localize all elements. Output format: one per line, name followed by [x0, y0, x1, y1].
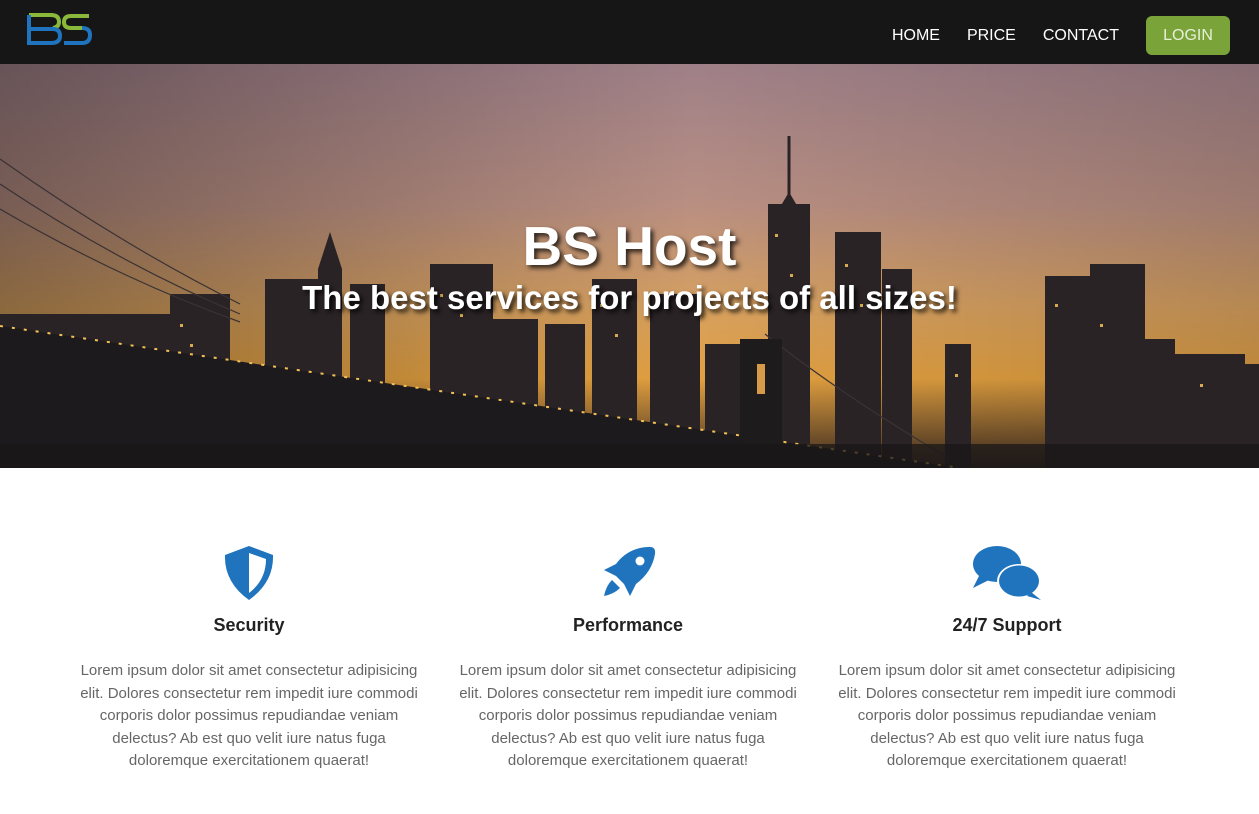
nav-home-link[interactable]: HOME: [892, 17, 940, 55]
feature-description: Lorem ipsum dolor sit amet consectetur a…: [80, 662, 418, 769]
bs-logo[interactable]: [27, 12, 93, 46]
nav-contact-link[interactable]: CONTACT: [1043, 17, 1119, 55]
features-section: Security Lorem ipsum dolor sit amet cons…: [0, 468, 1259, 814]
nav-price-link[interactable]: PRICE: [967, 17, 1016, 55]
shield-icon: [79, 544, 419, 604]
rocket-icon: [458, 544, 798, 604]
nav-links: HOME PRICE CONTACT LOGIN: [892, 16, 1230, 55]
feature-title: Security: [213, 615, 285, 635]
feature-title: 24/7 Support: [952, 615, 1062, 635]
hero-title: BS Host: [522, 215, 737, 277]
chat-bubbles-icon: [837, 544, 1177, 604]
feature-title: Performance: [572, 615, 684, 635]
login-button[interactable]: LOGIN: [1146, 16, 1230, 55]
bs-logo-icon: [27, 13, 93, 45]
hero-banner: BS Host The best services for projects o…: [0, 64, 1259, 468]
navbar: HOME PRICE CONTACT LOGIN: [0, 0, 1259, 64]
feature-description: Lorem ipsum dolor sit amet consectetur a…: [459, 662, 797, 769]
hero-subtitle: The best services for projects of all si…: [302, 279, 957, 316]
feature-description: Lorem ipsum dolor sit amet consectetur a…: [838, 662, 1176, 769]
